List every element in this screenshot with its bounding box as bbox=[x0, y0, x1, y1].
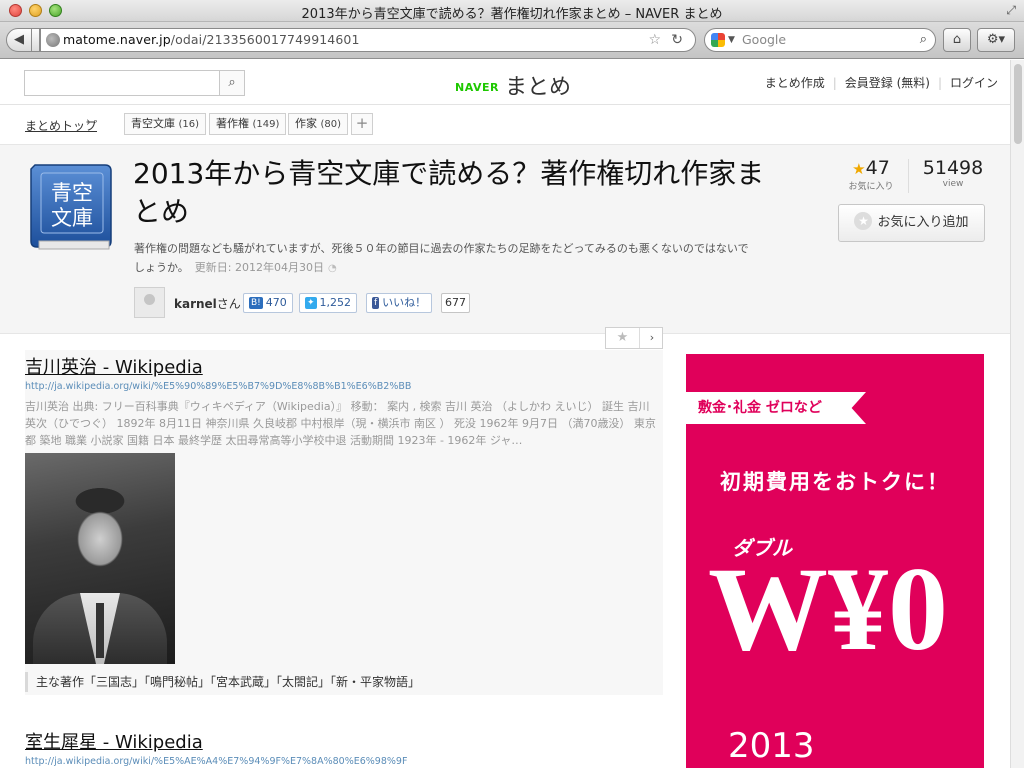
gear-icon: ⚙▾ bbox=[986, 32, 1006, 47]
site-search-input[interactable] bbox=[24, 70, 220, 96]
search-engine-placeholder: Google bbox=[742, 32, 787, 47]
web-page: ⌕ NAVER まとめ まとめ作成 | 会員登録 (無料) | ログイン まとめトップ ›… bbox=[0, 60, 1010, 768]
tag-count: (16) bbox=[178, 119, 200, 130]
nav-register[interactable]: 会員登録 (無料) bbox=[845, 76, 930, 90]
tag-author[interactable]: 作家 (80) bbox=[288, 113, 349, 135]
site-header: ⌕ NAVER まとめ まとめ作成 | 会員登録 (無料) | ログイン bbox=[0, 60, 1010, 105]
ad-subheadline: ダブル bbox=[732, 536, 792, 560]
address-bar[interactable]: matome.naver.jp/odai/2133560017749914601… bbox=[40, 28, 696, 52]
ad-year: 2013 bbox=[728, 726, 815, 766]
tag-count: (80) bbox=[320, 119, 342, 130]
item-snippet: 吉川英治 出典: フリー百科事典『ウィキペディア（Wikipedia）』 移動：… bbox=[25, 400, 656, 447]
chevron-right-icon: › bbox=[86, 115, 92, 130]
add-favorite-label: お気に入り追加 bbox=[877, 215, 969, 230]
book-icon: 青空 文庫 bbox=[30, 164, 112, 250]
hatena-count: 470 bbox=[265, 296, 287, 309]
divider: | bbox=[937, 76, 942, 90]
page-title: 2013年から青空文庫で読める？著作権切れ作家まとめ bbox=[133, 157, 765, 228]
window-titlebar: 2013年から青空文庫で読める？著作権切れ作家まとめ – NAVER まとめ ⤢ bbox=[0, 0, 1024, 22]
tag-label: 著作権 bbox=[216, 117, 249, 130]
tag-aozora-bunko[interactable]: 青空文庫 (16) bbox=[124, 113, 207, 135]
tag-label: 青空文庫 bbox=[131, 117, 175, 130]
window-title: 2013年から青空文庫で読める？著作権切れ作家まとめ – NAVER まとめ bbox=[301, 7, 723, 22]
updated-date: 更新日: 2012年04月30日 bbox=[194, 261, 324, 274]
back-arrow-icon: ◀ bbox=[14, 32, 24, 47]
matome-header: 青空 文庫 2013年から青空文庫で読める？著作権切れ作家まとめ 著作権の問題な… bbox=[0, 144, 1010, 334]
list-item: 吉川英治 - Wikipedia http://ja.wikipedia.org… bbox=[25, 350, 663, 695]
browser-toolbar: ◀ matome.naver.jp/odai/21335600177499146… bbox=[0, 22, 1024, 59]
divider: | bbox=[832, 76, 837, 90]
breadcrumb: まとめトップ › 青空文庫 (16) 著作権 (149) 作家 (80) + bbox=[0, 106, 1010, 144]
naver-logo-text: NAVER bbox=[455, 81, 499, 94]
item-favorite-star-icon[interactable]: ★ bbox=[606, 328, 640, 348]
chevron-down-icon[interactable]: ▼ bbox=[728, 29, 735, 51]
bookmark-star-icon[interactable]: ☆ bbox=[648, 29, 661, 51]
nav-create-matome[interactable]: まとめ作成 bbox=[765, 76, 825, 90]
advertisement-banner[interactable]: 敷金･礼金 ゼロなど 初期費用をおトクに！ W¥0 ダブル 2013 bbox=[686, 354, 984, 768]
avatar[interactable] bbox=[134, 287, 165, 318]
favorites-stat: ★47 お気に入り bbox=[843, 157, 899, 192]
forward-button[interactable] bbox=[32, 28, 40, 52]
ad-headline: 初期費用をおトクに！ bbox=[720, 470, 950, 494]
facebook-icon: f bbox=[372, 297, 380, 309]
favorites-label: お気に入り bbox=[848, 182, 894, 192]
item-tools: ★ › bbox=[605, 327, 663, 349]
author-name[interactable]: karnelさん bbox=[174, 295, 241, 312]
nav-login[interactable]: ログイン bbox=[950, 76, 998, 90]
svg-text:青空: 青空 bbox=[51, 181, 93, 205]
facebook-like-button[interactable]: f いいね！ bbox=[366, 293, 433, 313]
favorites-count: 47 bbox=[865, 157, 890, 179]
item-quote: 主な著作「三国志」「鳴門秘帖」「宮本武蔵」「太閤記」「新・平家物語」 bbox=[25, 672, 663, 692]
photo-tie bbox=[96, 603, 104, 658]
globe-icon bbox=[46, 33, 60, 47]
svg-text:文庫: 文庫 bbox=[51, 206, 93, 230]
star-icon: ★ bbox=[852, 160, 866, 178]
scrollbar-thumb[interactable] bbox=[1014, 64, 1022, 144]
facebook-like-label: いいね！ bbox=[382, 296, 427, 309]
chevron-right-icon[interactable]: › bbox=[641, 328, 663, 348]
google-icon[interactable] bbox=[711, 33, 725, 47]
page-description: 著作権の問題なども騒がれていますが、死後５０年の節目に過去の作家たちの足跡をたど… bbox=[134, 239, 754, 278]
views-count: 51498 bbox=[922, 157, 984, 179]
top-nav: まとめ作成 | 会員登録 (無料) | ログイン bbox=[765, 74, 998, 91]
item-title-link[interactable]: 室生犀星 - Wikipedia bbox=[25, 728, 203, 754]
item-title-link[interactable]: 吉川英治 - Wikipedia bbox=[25, 353, 203, 379]
add-tag-button[interactable]: + bbox=[351, 113, 373, 135]
divider bbox=[908, 159, 909, 193]
web-search-field[interactable]: ▼ Google ⌕ bbox=[704, 28, 936, 52]
search-icon: ⌕ bbox=[228, 75, 236, 90]
twitter-count: 1,252 bbox=[319, 296, 352, 309]
matome-logo-text: まとめ bbox=[504, 75, 571, 100]
star-icon: ★ bbox=[854, 212, 873, 230]
reload-icon[interactable]: ↻ bbox=[671, 29, 683, 51]
ad-ribbon: 敷金･礼金 ゼロなど bbox=[686, 392, 866, 424]
item-url[interactable]: http://ja.wikipedia.org/wiki/%E5%90%89%E… bbox=[25, 381, 411, 392]
tag-copyright[interactable]: 著作権 (149) bbox=[209, 113, 287, 135]
naver-matome-logo[interactable]: NAVER まとめ bbox=[455, 69, 571, 101]
home-icon: ⌂ bbox=[952, 32, 962, 47]
fullscreen-icon[interactable]: ⤢ bbox=[1006, 3, 1016, 18]
back-button[interactable]: ◀ bbox=[6, 28, 32, 52]
twitter-bird-icon: ✦ bbox=[305, 297, 317, 309]
hatena-icon: B! bbox=[249, 297, 263, 309]
views-label: view bbox=[942, 179, 964, 189]
twitter-tweet-button[interactable]: ✦ 1,252 bbox=[299, 293, 358, 313]
rss-icon[interactable]: ◔ bbox=[328, 263, 337, 274]
author-photo bbox=[25, 453, 175, 664]
home-button[interactable]: ⌂ bbox=[943, 28, 971, 52]
views-stat: 51498 view bbox=[918, 157, 988, 189]
site-search-button[interactable]: ⌕ bbox=[219, 70, 245, 96]
url-text[interactable]: matome.naver.jp/odai/2133560017749914601 bbox=[63, 29, 360, 51]
add-favorite-button[interactable]: ★ お気に入り追加 bbox=[838, 204, 985, 242]
page-scrollbar[interactable] bbox=[1010, 60, 1024, 768]
tag-label: 作家 bbox=[295, 117, 317, 130]
hatena-bookmark-button[interactable]: B! 470 bbox=[243, 293, 293, 313]
settings-menu-button[interactable]: ⚙▾ bbox=[977, 28, 1015, 52]
tag-count: (149) bbox=[252, 119, 280, 130]
facebook-like-count: 677 bbox=[441, 293, 470, 313]
search-icon: ⌕ bbox=[919, 32, 927, 47]
item-url[interactable]: http://ja.wikipedia.org/wiki/%E5%AE%A4%E… bbox=[25, 756, 407, 767]
